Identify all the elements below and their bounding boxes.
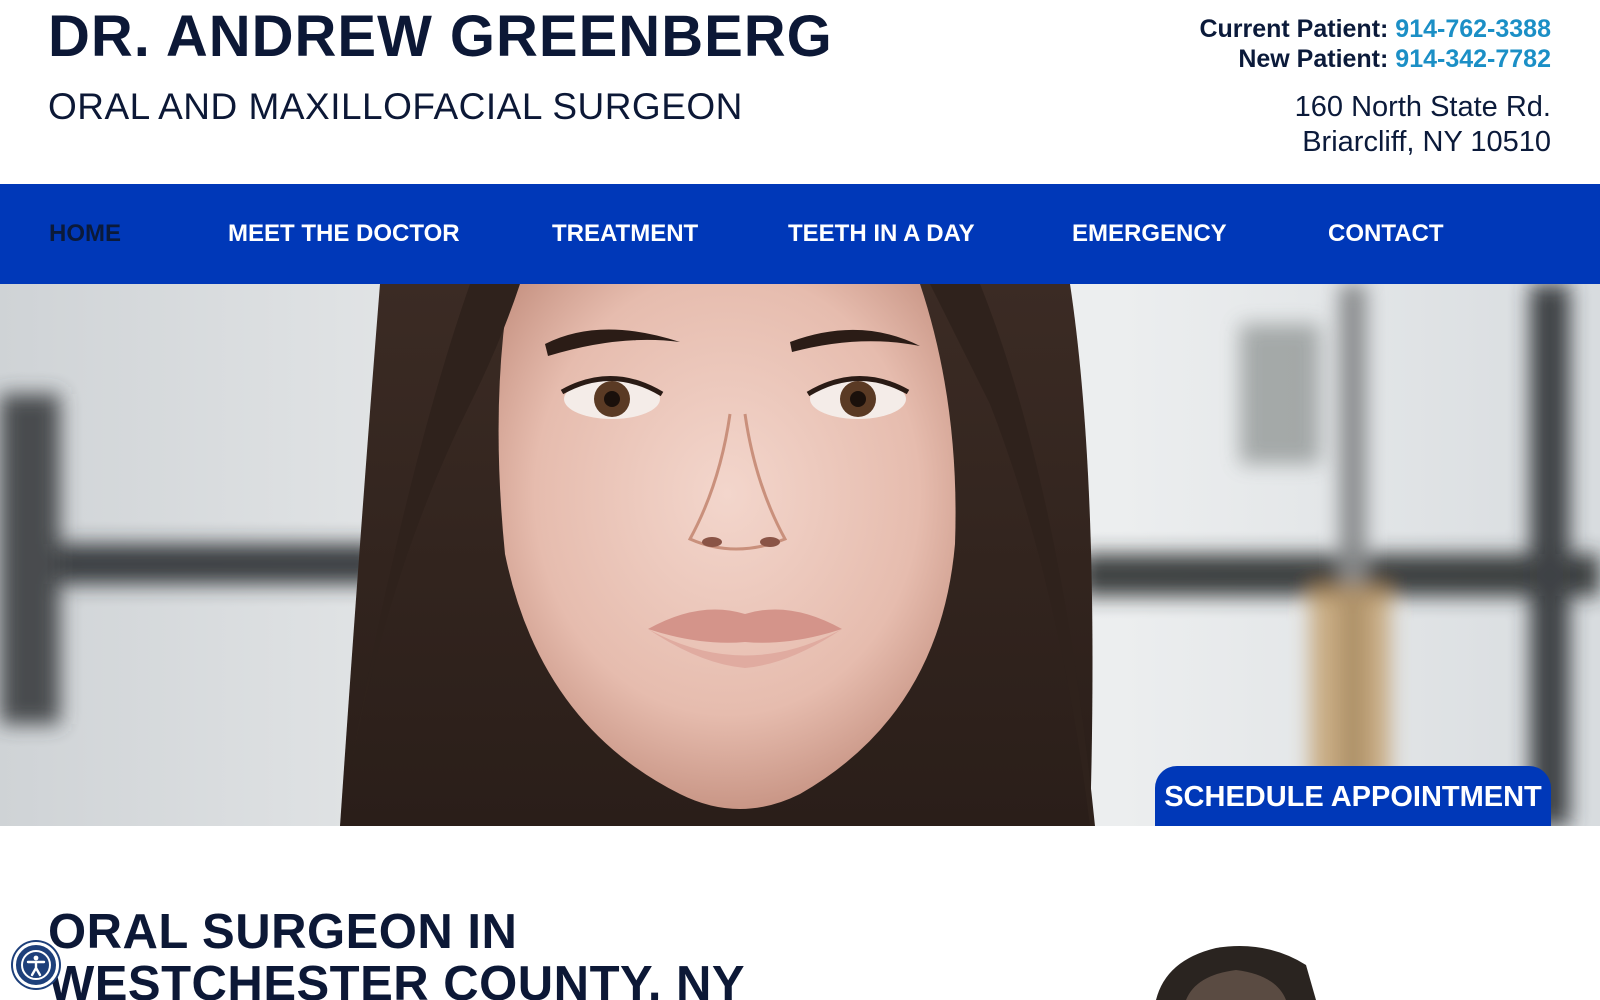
hero-banner: SCHEDULE APPOINTMENT [0, 284, 1600, 826]
office-address: 160 North State Rd. Briarcliff, NY 10510 [1199, 90, 1551, 160]
address-line-2: Briarcliff, NY 10510 [1302, 126, 1551, 158]
contact-block: Current Patient: 914-762-3388 New Patien… [1199, 14, 1551, 160]
current-patient-row: Current Patient: 914-762-3388 [1199, 14, 1551, 44]
practice-name[interactable]: DR. ANDREW GREENBERG [48, 8, 833, 66]
nav-item-meet-the-doctor[interactable]: MEET THE DOCTOR [228, 184, 460, 284]
new-patient-row: New Patient: 914-342-7782 [1199, 44, 1551, 74]
page-heading: ORAL SURGEON IN WESTCHESTER COUNTY, NY [48, 905, 746, 1000]
site-header: DR. ANDREW GREENBERG ORAL AND MAXILLOFAC… [0, 0, 1600, 184]
nav-item-contact[interactable]: CONTACT [1328, 184, 1444, 284]
accessibility-button[interactable] [13, 942, 59, 988]
current-patient-phone-link[interactable]: 914-762-3388 [1395, 15, 1551, 43]
new-patient-phone-link[interactable]: 914-342-7782 [1395, 45, 1551, 73]
nav-item-emergency[interactable]: EMERGENCY [1072, 184, 1227, 284]
schedule-appointment-button[interactable]: SCHEDULE APPOINTMENT [1155, 766, 1551, 826]
hero-portrait-image [0, 284, 1600, 826]
nav-item-treatment[interactable]: TREATMENT [552, 184, 698, 284]
nav-item-teeth-in-a-day[interactable]: TEETH IN A DAY [788, 184, 975, 284]
practice-specialty: ORAL AND MAXILLOFACIAL SURGEON [48, 86, 743, 127]
new-patient-label: New Patient: [1238, 45, 1389, 73]
main-nav: HOME MEET THE DOCTOR TREATMENT TEETH IN … [0, 184, 1600, 284]
doctor-photo [1156, 940, 1316, 1000]
accessibility-icon [21, 950, 51, 980]
nav-item-home[interactable]: HOME [49, 184, 121, 284]
address-line-1: 160 North State Rd. [1294, 91, 1551, 123]
current-patient-label: Current Patient: [1199, 15, 1389, 43]
